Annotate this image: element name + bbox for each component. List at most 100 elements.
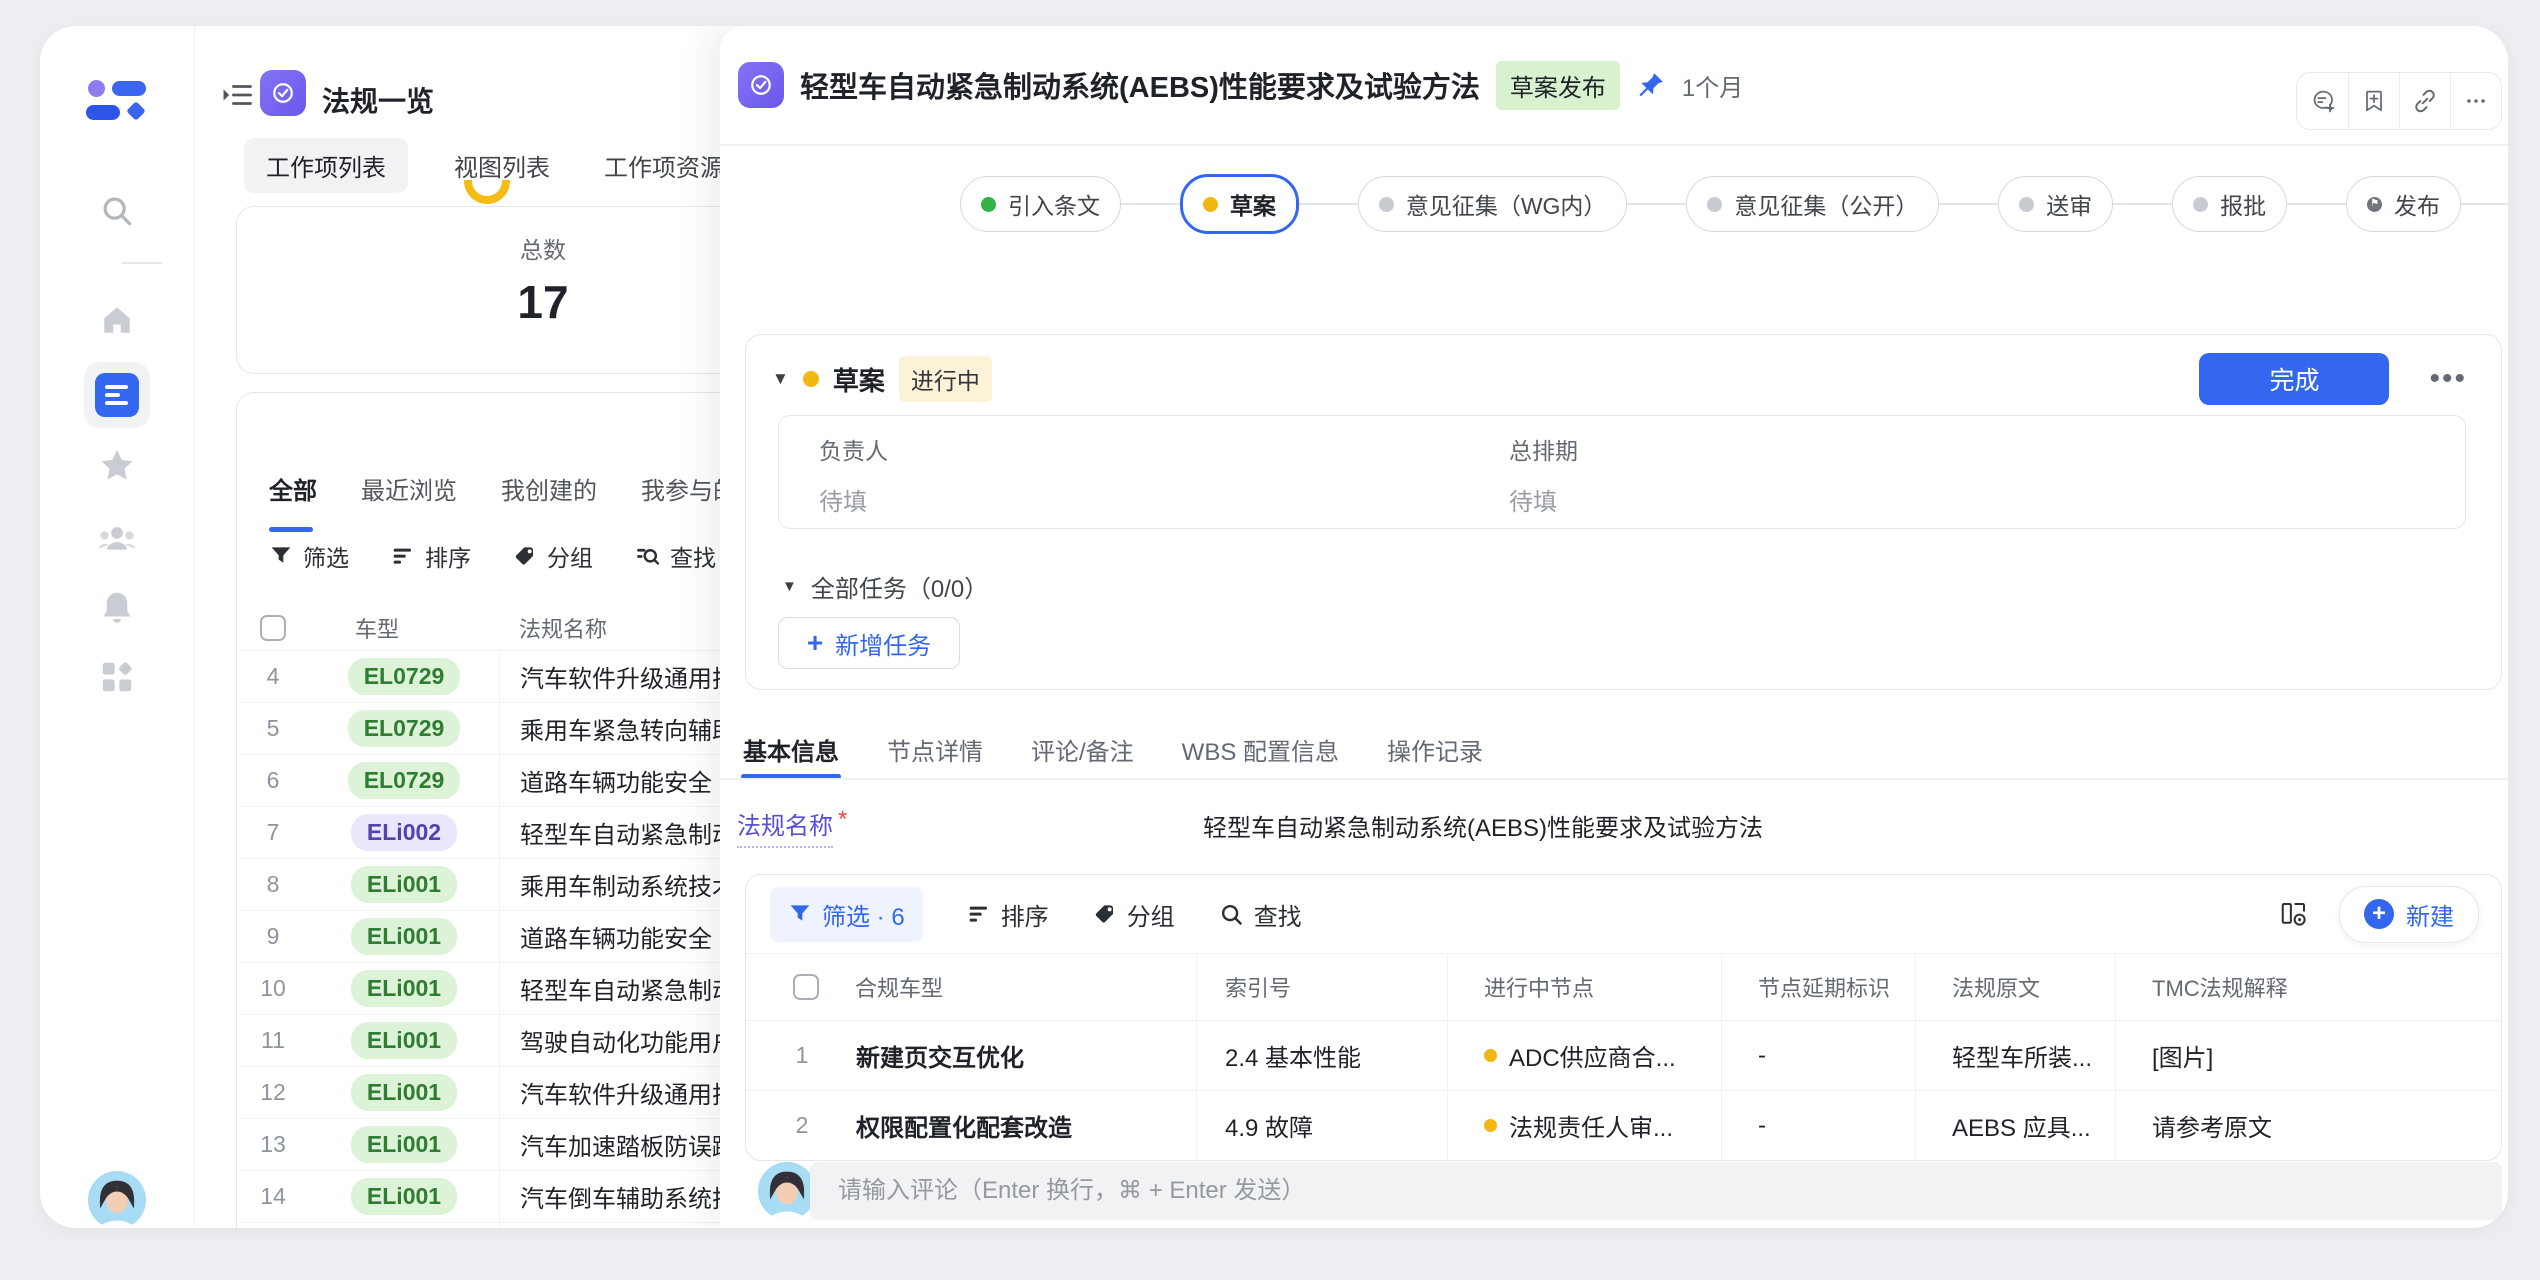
grid-row[interactable]: 2权限配置化配套改造 4.9 故障 法规责任人审... - AEBS 应具...… <box>746 1091 2501 1161</box>
detail-tab[interactable]: 节点详情 <box>887 732 983 767</box>
sort-button[interactable]: 排序 <box>391 539 471 573</box>
avatar-image <box>88 1171 146 1228</box>
schedule-label: 总排期 <box>1509 432 1578 466</box>
grid-select-all-checkbox[interactable] <box>793 974 819 1000</box>
workflow-step[interactable]: 报批 <box>2172 176 2287 232</box>
grid-row[interactable]: 1新建页交互优化 2.4 基本性能 ADC供应商合... - 轻型车所装... … <box>746 1021 2501 1091</box>
field-value[interactable]: 轻型车自动紧急制动系统(AEBS)性能要求及试验方法 <box>1203 808 2503 843</box>
rail-user-avatar[interactable] <box>88 1171 146 1228</box>
rail-notifications-button[interactable] <box>98 588 136 626</box>
sort-icon <box>967 902 991 926</box>
nav-rail <box>40 26 195 1228</box>
node-more-button[interactable]: ••• <box>2429 362 2467 396</box>
row-node: 法规责任人审... <box>1509 1108 1673 1143</box>
list-tab[interactable]: 我创建的 <box>501 471 597 512</box>
field-config-icon[interactable] <box>2279 899 2309 929</box>
find-button[interactable]: 查找 <box>635 539 716 573</box>
tag-icon <box>1093 902 1117 926</box>
add-task-button[interactable]: + 新增任务 <box>778 617 960 669</box>
work-item-title: 轻型车自动紧急制动系统(AEBS)性能要求及试验方法 <box>800 64 1480 106</box>
complete-button[interactable]: 完成 <box>2199 353 2389 405</box>
rail-members-button[interactable] <box>97 518 137 558</box>
list-tab[interactable]: 全部 <box>269 471 317 512</box>
model-badge: ELi001 <box>351 1178 457 1215</box>
bookmark-add-button[interactable] <box>2348 73 2399 129</box>
sort-label: 排序 <box>425 539 471 573</box>
model-column-header: 车型 <box>309 612 499 644</box>
add-task-label: 新增任务 <box>835 626 931 661</box>
grid-sort-button[interactable]: 排序 <box>967 897 1049 932</box>
detail-tab-label: 节点详情 <box>887 732 983 767</box>
panel-tab[interactable]: 工作项列表 <box>244 138 408 193</box>
create-button[interactable]: + 新建 <box>2339 886 2479 943</box>
owner-field[interactable]: 负责人 待填 <box>819 432 888 517</box>
step-status-dot <box>1379 197 1394 212</box>
group-button[interactable]: 分组 <box>513 539 593 573</box>
duration-label: 1个月 <box>1682 68 1743 103</box>
model-badge: ELi001 <box>351 866 457 903</box>
more-actions-button[interactable] <box>2450 73 2501 129</box>
row-number: 4 <box>237 663 309 690</box>
rail-projects-button[interactable] <box>84 362 150 428</box>
workflow-step[interactable]: 引入条文 <box>960 176 1121 232</box>
all-tasks-label: 全部任务（0/0） <box>811 569 988 604</box>
comment-input[interactable] <box>810 1162 2502 1220</box>
rail-apps-button[interactable] <box>98 658 136 696</box>
bookmark-add-icon <box>2360 87 2388 115</box>
rail-home-button[interactable] <box>99 302 135 338</box>
filter-icon <box>788 902 812 926</box>
list-tab[interactable]: 最近浏览 <box>361 471 457 512</box>
all-tasks-row[interactable]: ▼ 全部任务（0/0） <box>782 569 988 604</box>
pin-icon[interactable] <box>1636 70 1666 100</box>
step-label: 发布 <box>2394 187 2440 221</box>
grid-group-button[interactable]: 分组 <box>1093 897 1175 932</box>
field-label[interactable]: 法规名称 <box>737 806 833 848</box>
row-tmc: 请参考原文 <box>2115 1091 2501 1160</box>
select-all-checkbox[interactable] <box>260 615 286 641</box>
filter-button[interactable]: 筛选 <box>269 539 349 573</box>
node-status-badge: 进行中 <box>899 356 992 402</box>
workflow-step[interactable]: 送审 <box>1998 176 2113 232</box>
grid-find-button[interactable]: 查找 <box>1219 897 1302 932</box>
collapse-sidebar-button[interactable] <box>220 78 254 117</box>
members-icon <box>97 518 137 558</box>
add-comment-button[interactable] <box>2297 73 2348 129</box>
grid-filter-button[interactable]: 筛选 · 6 <box>770 887 923 942</box>
page: 法规一览 工作项列表视图列表工作项资源库 总数 17 全部最近浏览我创建的我参与… <box>0 0 2540 1280</box>
bell-icon <box>98 588 136 626</box>
node-card-header: ▼ 草案 进行中 完成 ••• <box>746 335 2501 405</box>
workflow-step[interactable]: 意见征集（WG内） <box>1358 176 1628 232</box>
step-connector <box>1939 203 1998 205</box>
row-number: 5 <box>237 715 309 742</box>
rail-search-button[interactable] <box>98 192 136 230</box>
collapse-tasks-icon[interactable]: ▼ <box>782 578 797 595</box>
app-logo[interactable] <box>86 78 148 124</box>
node-info-box: 负责人 待填 总排期 待填 <box>778 415 2466 529</box>
detail-tab[interactable]: 操作记录 <box>1387 732 1483 767</box>
list-toolbar: 筛选 排序 分组 查找 <box>269 539 716 573</box>
rail-star-button[interactable] <box>98 446 136 484</box>
workflow-step[interactable]: 意见征集（公开） <box>1686 176 1939 232</box>
detail-tab[interactable]: 基本信息 <box>743 732 839 767</box>
list-tabs: 全部最近浏览我创建的我参与的 <box>269 471 737 512</box>
detail-tab-label: 操作记录 <box>1387 732 1483 767</box>
owner-label: 负责人 <box>819 432 888 466</box>
group-label: 分组 <box>547 539 593 573</box>
schedule-field[interactable]: 总排期 待填 <box>1509 432 1578 517</box>
copy-link-button[interactable] <box>2399 73 2450 129</box>
detail-tab[interactable]: WBS 配置信息 <box>1182 732 1339 767</box>
sort-icon <box>391 544 415 568</box>
row-number: 14 <box>237 1183 309 1210</box>
col-index: 索引号 <box>1196 954 1447 1020</box>
grid-find-label: 查找 <box>1254 897 1302 932</box>
row-number: 1 <box>774 1042 830 1069</box>
row-delay: - <box>1721 1021 1915 1090</box>
tabs-divider <box>720 778 2508 780</box>
detail-tab[interactable]: 评论/备注 <box>1031 732 1134 767</box>
grid-filter-label: 筛选 · 6 <box>822 897 905 932</box>
workflow-step[interactable]: 草案 <box>1180 174 1299 234</box>
step-label: 引入条文 <box>1008 187 1100 221</box>
model-badge: ELi001 <box>351 1074 457 1111</box>
workflow-step[interactable]: 发布 <box>2346 176 2461 232</box>
collapse-node-icon[interactable]: ▼ <box>772 369 789 389</box>
